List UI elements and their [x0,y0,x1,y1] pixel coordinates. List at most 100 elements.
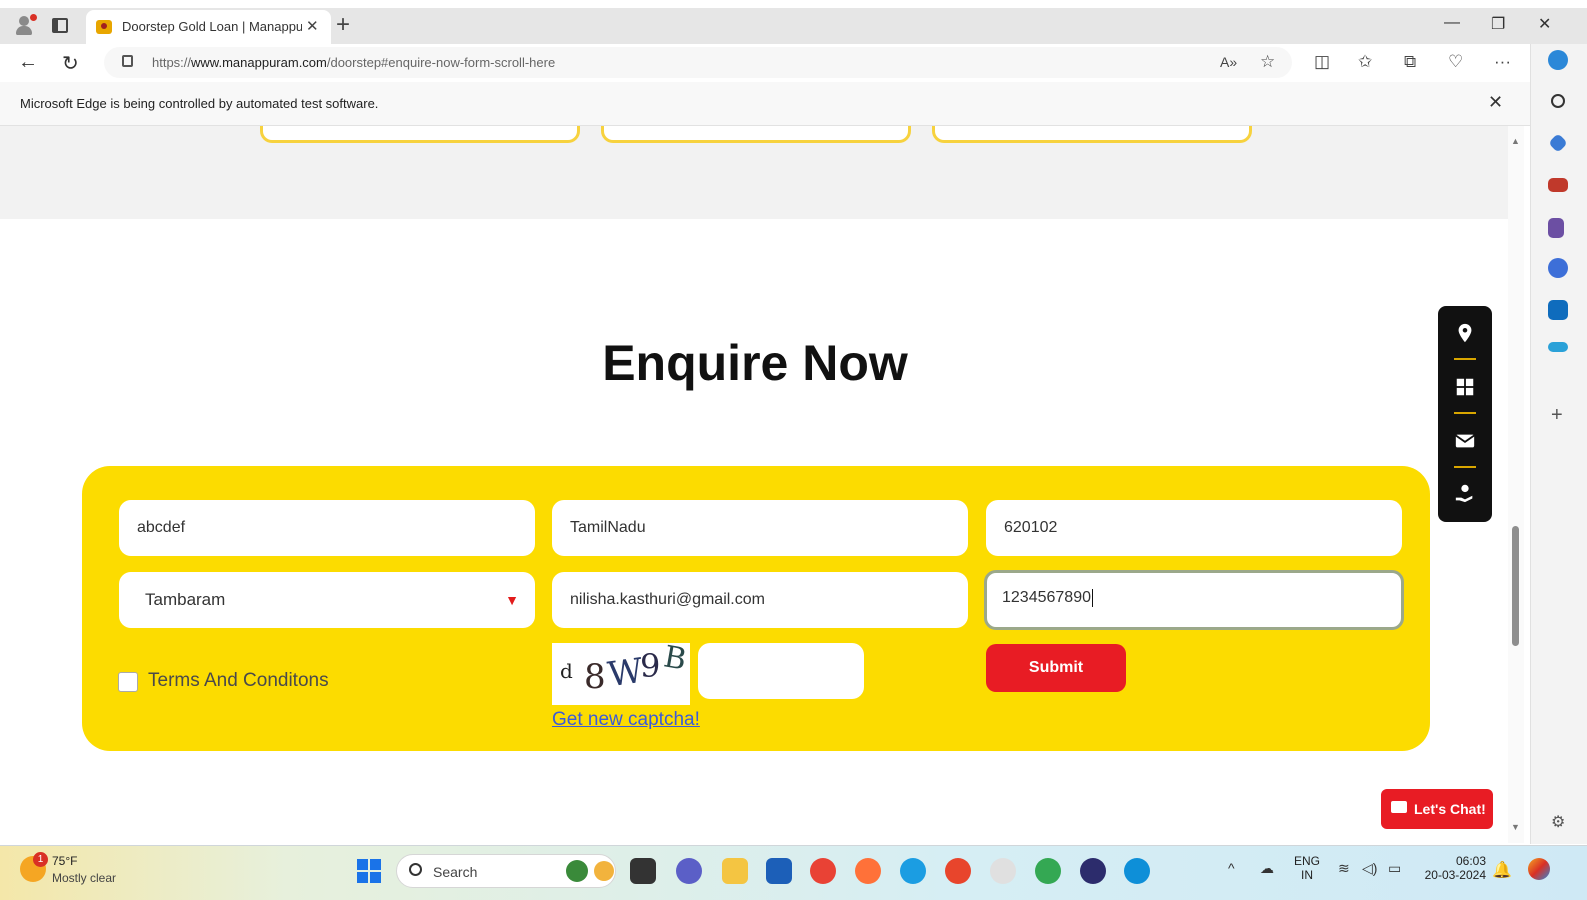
new-captcha-link[interactable]: Get new captcha! [552,709,700,731]
performance-icon[interactable]: ♡ [1448,52,1463,72]
news-icon[interactable] [594,861,614,881]
branch-selected-value: Tambaram [145,590,226,609]
copilot-icon[interactable] [1548,50,1568,70]
scroll-up-icon[interactable]: ▲ [1511,136,1520,146]
captcha-image: d 8 W 9 B [552,639,690,705]
address-bar-row: ← ↻ https://www.manappuram.com/doorstep#… [0,44,1530,82]
terms-checkbox[interactable] [118,672,138,692]
phone-field[interactable]: 1234567890 [984,570,1404,630]
state-field[interactable]: TamilNadu [552,500,968,556]
weather-condition: Mostly clear [52,871,117,885]
url-field[interactable]: https://www.manappuram.com/doorstep#enqu… [104,47,1292,78]
tab-close-icon[interactable]: ✕ [306,17,319,35]
wifi-icon[interactable]: ≋ [1338,860,1350,877]
submit-button[interactable]: Submit [986,644,1126,692]
clock[interactable]: 06:03 20-03-2024 [1418,854,1486,882]
start-icon[interactable] [357,859,381,883]
divider [1454,466,1476,468]
brave-icon[interactable] [945,858,971,884]
email-field[interactable]: nilisha.kasthuri@gmail.com [552,572,968,628]
enquiry-form: abcdef TamilNadu 620102 Tambaram ▼ nilis… [82,466,1430,751]
divider [1454,358,1476,360]
calculator-icon[interactable] [1454,376,1476,398]
store-icon[interactable] [766,858,792,884]
window-close-icon[interactable]: ✕ [1538,14,1551,34]
minimize-icon[interactable]: — [1444,14,1460,32]
edge-active-icon[interactable] [1124,858,1150,884]
drop-icon[interactable] [1548,342,1568,352]
file-explorer-icon[interactable] [722,858,748,884]
dropdown-arrow-icon: ▼ [505,592,519,608]
games-icon[interactable] [1548,218,1564,238]
tools-icon[interactable] [1548,178,1568,192]
captcha-input[interactable] [698,643,864,699]
restore-icon[interactable]: ❐ [1491,14,1505,34]
read-aloud-icon[interactable]: A» [1220,54,1237,70]
firefox-icon[interactable] [855,858,881,884]
location-pin-icon[interactable] [1454,322,1476,344]
favorite-star-icon[interactable]: ☆ [1260,52,1275,72]
profile-icon[interactable] [14,14,37,36]
site-favicon-icon [96,20,112,34]
task-view-icon[interactable] [630,858,656,884]
back-icon[interactable]: ← [18,51,38,74]
clock-time: 06:03 [1455,854,1486,868]
tray-overflow-icon[interactable]: ^ [1228,860,1235,876]
feature-card [932,126,1252,143]
windows-taskbar: 1 75°F Mostly clear Search ^ ☁ ENG IN ≋ … [0,845,1587,900]
chrome-icon[interactable] [810,858,836,884]
url-text: https://www.manappuram.com/doorstep#enqu… [152,55,556,70]
temperature-text: 75°F [52,854,78,868]
app-icon[interactable] [990,858,1016,884]
name-field[interactable]: abcdef [119,500,535,556]
language-indicator[interactable]: ENG IN [1294,854,1320,882]
tab-actions-icon[interactable] [52,18,68,33]
terms-label[interactable]: Terms And Conditons [148,670,329,692]
chat-label: Let's Chat! [1414,801,1486,817]
notification-bell-icon[interactable]: 🔔 [1492,860,1512,880]
battery-icon[interactable]: ▭ [1388,860,1401,877]
scrollbar-thumb[interactable] [1512,526,1519,646]
chat-button[interactable]: Let's Chat! [1381,789,1493,829]
volume-icon[interactable]: ◁) [1362,860,1377,877]
automation-infobar: Microsoft Edge is being controlled by au… [0,82,1530,126]
teams-icon[interactable] [676,858,702,884]
feature-card [601,126,911,143]
scroll-down-icon[interactable]: ▼ [1511,822,1520,832]
edge-icon[interactable] [900,858,926,884]
tab-active[interactable]: Doorstep Gold Loan | Manappuram ✕ [86,10,331,44]
search-icon[interactable] [1551,94,1565,108]
eclipse-icon[interactable] [1080,858,1106,884]
chrome-profile-icon[interactable] [1035,858,1061,884]
mail-icon[interactable] [1454,430,1476,452]
infobar-close-icon[interactable]: ✕ [1488,92,1503,113]
search-label: Search [433,864,478,880]
new-tab-button[interactable]: + [336,11,350,39]
add-sidebar-icon[interactable]: + [1551,404,1563,427]
feature-card [260,126,580,143]
more-menu-icon[interactable]: ··· [1494,52,1511,72]
tab-strip: Doorstep Gold Loan | Manappuram ✕ + — ❐ … [0,8,1587,44]
copilot-taskbar-icon[interactable] [1528,858,1550,880]
floating-action-bar [1438,306,1492,522]
sidebar-settings-icon[interactable]: ⚙ [1551,812,1565,832]
infobar-message: Microsoft Edge is being controlled by au… [20,96,379,111]
branch-select[interactable]: Tambaram ▼ [119,572,535,628]
page-title: Enquire Now [602,335,908,391]
pincode-field[interactable]: 620102 [986,500,1402,556]
refresh-icon[interactable]: ↻ [62,51,79,76]
outlook-icon[interactable] [1548,300,1568,320]
language-region: IN [1301,868,1313,882]
page-scrollbar[interactable]: ▲ ▼ [1508,126,1524,843]
hand-coin-icon[interactable] [1454,482,1476,504]
collections-icon[interactable]: ⧉ [1404,52,1416,72]
office-icon[interactable] [1548,258,1568,278]
favorites-icon[interactable]: ✩ [1358,52,1372,72]
weather-badge: 1 [33,852,48,867]
shopping-icon[interactable] [1548,133,1568,153]
widgets-icon[interactable] [566,860,588,882]
lock-icon[interactable] [122,55,133,67]
cloud-icon[interactable]: ☁ [1260,860,1274,877]
edge-sidebar: + ⚙ [1530,44,1587,844]
split-screen-icon[interactable]: ◫ [1314,52,1330,72]
